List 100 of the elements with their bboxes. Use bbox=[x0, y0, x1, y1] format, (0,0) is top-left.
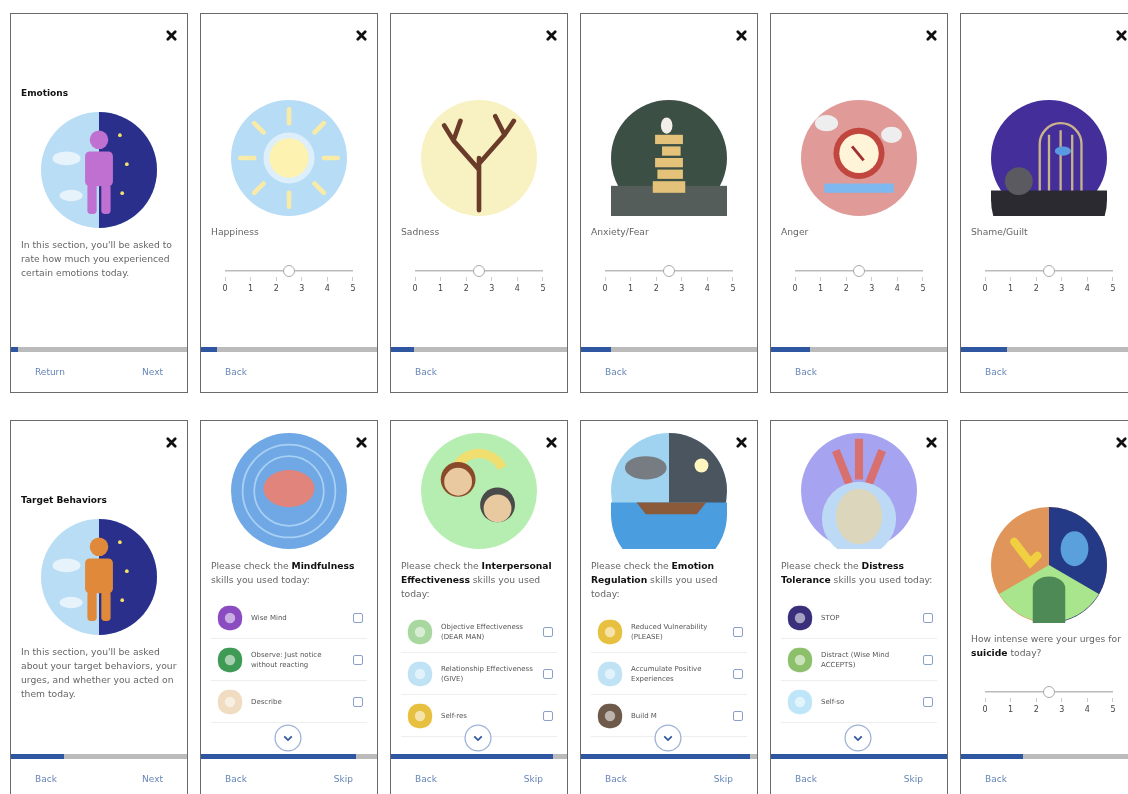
scale-label: 1 bbox=[628, 284, 634, 293]
scale-label: 2 bbox=[843, 284, 849, 293]
skill-icon bbox=[407, 618, 433, 645]
scale-label: 2 bbox=[463, 284, 469, 293]
back-link[interactable]: Back bbox=[795, 367, 817, 377]
back-link[interactable]: Back bbox=[795, 774, 817, 784]
scale-label: 2 bbox=[1033, 705, 1039, 714]
slider-thumb[interactable] bbox=[283, 265, 295, 277]
scale-label: 5 bbox=[350, 284, 356, 293]
back-link[interactable]: Back bbox=[605, 774, 627, 784]
close-icon[interactable] bbox=[1116, 30, 1127, 41]
close-icon[interactable] bbox=[166, 30, 177, 41]
back-link[interactable]: Back bbox=[415, 774, 437, 784]
checkbox[interactable] bbox=[923, 696, 933, 707]
slider-thumb[interactable] bbox=[1043, 686, 1055, 698]
skill-icon bbox=[217, 604, 243, 631]
back-link[interactable]: Return bbox=[35, 367, 65, 377]
intro-text: In this section, you'll be asked to rate how much you experienced certain emotions today. bbox=[21, 238, 173, 280]
scale-label: 5 bbox=[1110, 284, 1116, 293]
scale-label: 1 bbox=[1008, 705, 1014, 714]
scale-label: 1 bbox=[438, 284, 444, 293]
scale-label: 0 bbox=[412, 284, 418, 293]
question-prompt: Please check the Interpersonal Effectiveness skills you used today: bbox=[401, 559, 553, 601]
scale-label: 2 bbox=[653, 284, 659, 293]
close-icon[interactable] bbox=[166, 437, 177, 448]
scale-label: 5 bbox=[1110, 705, 1116, 714]
scale-label: 4 bbox=[1084, 705, 1090, 714]
checkbox[interactable] bbox=[733, 626, 743, 637]
back-link[interactable]: Back bbox=[225, 367, 247, 377]
skill-icon bbox=[787, 604, 813, 631]
scroll-down-button[interactable] bbox=[844, 724, 872, 752]
next-link[interactable]: Next bbox=[142, 367, 163, 377]
skill-icon bbox=[597, 702, 623, 729]
scale-label: 3 bbox=[679, 284, 685, 293]
scale-label: 0 bbox=[982, 705, 988, 714]
scale-label: 4 bbox=[1084, 284, 1090, 293]
skill-icon bbox=[217, 688, 243, 715]
close-icon[interactable] bbox=[356, 437, 367, 448]
checkbox[interactable] bbox=[923, 654, 933, 665]
question-label: Anger bbox=[781, 225, 810, 239]
next-link[interactable]: Skip bbox=[523, 774, 543, 784]
checkbox[interactable] bbox=[733, 668, 743, 679]
question-prompt: Please check the Emotion Regulation skills you used today: bbox=[591, 559, 719, 601]
close-icon[interactable] bbox=[926, 437, 937, 448]
close-icon[interactable] bbox=[546, 30, 557, 41]
section-title: Target Behaviors bbox=[21, 495, 108, 505]
close-icon[interactable] bbox=[736, 30, 747, 41]
scale-label: 5 bbox=[540, 284, 546, 293]
question-label: Shame/Guilt bbox=[971, 225, 1029, 239]
slider-thumb[interactable] bbox=[663, 265, 675, 277]
next-link[interactable]: Skip bbox=[713, 774, 733, 784]
checkbox[interactable] bbox=[353, 654, 363, 665]
scale-label: 2 bbox=[273, 284, 279, 293]
checkbox[interactable] bbox=[923, 612, 933, 623]
scale-label: 5 bbox=[730, 284, 736, 293]
back-link[interactable]: Back bbox=[35, 774, 57, 784]
close-icon[interactable] bbox=[546, 437, 557, 448]
section-title: Emotions bbox=[21, 88, 70, 98]
next-link[interactable]: Skip bbox=[903, 774, 923, 784]
next-link[interactable]: Skip bbox=[333, 774, 353, 784]
back-link[interactable]: Back bbox=[985, 367, 1007, 377]
question-label: Anxiety/Fear bbox=[591, 225, 650, 239]
scroll-down-button[interactable] bbox=[654, 724, 682, 752]
scale-label: 5 bbox=[920, 284, 926, 293]
slider-thumb[interactable] bbox=[853, 265, 865, 277]
skill-icon bbox=[597, 618, 623, 645]
checkbox[interactable] bbox=[543, 668, 553, 679]
back-link[interactable]: Back bbox=[415, 367, 437, 377]
scale-label: 0 bbox=[602, 284, 608, 293]
scale-label: 4 bbox=[324, 284, 330, 293]
close-icon[interactable] bbox=[926, 30, 937, 41]
scale-label: 3 bbox=[1059, 284, 1065, 293]
close-icon[interactable] bbox=[1116, 437, 1127, 448]
close-icon[interactable] bbox=[736, 437, 747, 448]
question-label: How intense were your urges for suicide today? bbox=[971, 632, 1122, 660]
checkbox[interactable] bbox=[543, 626, 553, 637]
skill-icon bbox=[407, 702, 433, 729]
scale-label: 1 bbox=[1008, 284, 1014, 293]
question-label: Happiness bbox=[211, 225, 260, 239]
scale-label: 3 bbox=[489, 284, 495, 293]
next-link[interactable]: Next bbox=[142, 774, 163, 784]
back-link[interactable]: Back bbox=[225, 774, 247, 784]
scale-label: 2 bbox=[1033, 284, 1039, 293]
checkbox[interactable] bbox=[543, 710, 553, 721]
scroll-down-button[interactable] bbox=[274, 724, 302, 752]
question-prompt: Please check the Mindfulness skills you used today: bbox=[211, 559, 356, 587]
checkbox[interactable] bbox=[353, 612, 363, 623]
checkbox[interactable] bbox=[733, 710, 743, 721]
skill-icon bbox=[597, 660, 623, 687]
skill-icon bbox=[407, 660, 433, 687]
scale-label: 1 bbox=[248, 284, 254, 293]
scale-label: 0 bbox=[982, 284, 988, 293]
question-prompt: Please check the Distress Tolerance skills you used today: bbox=[781, 559, 934, 587]
scroll-down-button[interactable] bbox=[464, 724, 492, 752]
slider-thumb[interactable] bbox=[1043, 265, 1055, 277]
close-icon[interactable] bbox=[356, 30, 367, 41]
slider-thumb[interactable] bbox=[473, 265, 485, 277]
back-link[interactable]: Back bbox=[985, 774, 1007, 784]
back-link[interactable]: Back bbox=[605, 367, 627, 377]
checkbox[interactable] bbox=[353, 696, 363, 707]
